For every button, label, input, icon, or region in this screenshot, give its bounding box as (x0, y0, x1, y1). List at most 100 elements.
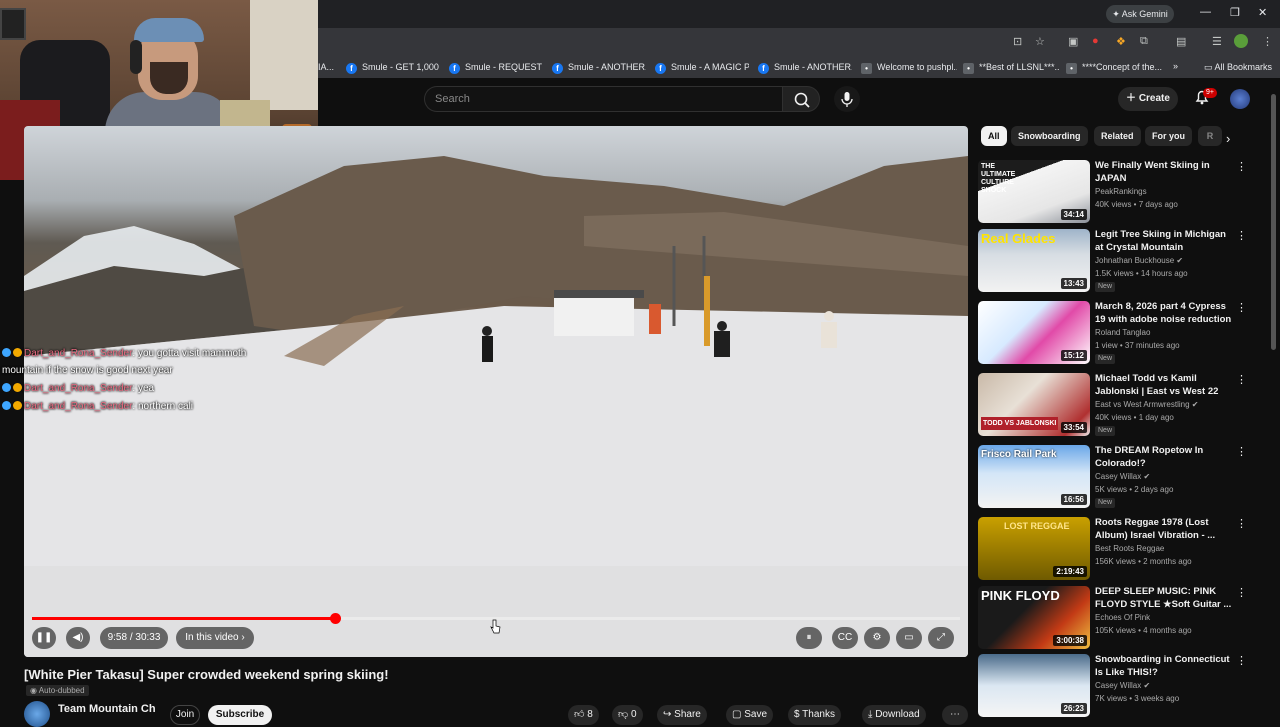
sidepanel-icon[interactable]: ▤ (1176, 35, 1186, 48)
more-options-icon[interactable]: ⋮ (1236, 654, 1247, 667)
restore-icon[interactable]: ❐ (1230, 6, 1240, 19)
recommendation-title[interactable]: Snowboarding in Connecticut Is Like THIS… (1095, 654, 1235, 679)
filter-chip[interactable]: R (1198, 126, 1222, 146)
recommendation-item[interactable]: 15:12 March 8, 2026 part 4 Cypress 19 wit… (978, 301, 1258, 365)
recommendation-item[interactable]: PINK FLOYD 3:00:38 DEEP SLEEP MUSIC: PINK … (978, 586, 1258, 650)
channel-name[interactable]: Team Mountain Ch (58, 703, 156, 715)
bookmark-item[interactable]: f Smule - A MAGIC PI... (655, 60, 749, 74)
close-icon[interactable]: ✕ (1258, 6, 1267, 19)
recommendation-channel[interactable]: Best Roots Reggae (1095, 544, 1164, 553)
more-bookmarks-icon[interactable]: » (1173, 61, 1178, 71)
scrubber-handle[interactable] (329, 613, 341, 624)
video-thumbnail[interactable]: 26:23 (978, 654, 1090, 717)
settings-button[interactable]: ⚙ (864, 627, 890, 649)
more-options-icon[interactable]: ⋮ (1236, 301, 1247, 314)
recommendation-title[interactable]: DEEP SLEEP MUSIC: PINK FLOYD STYLE ★Soft… (1095, 586, 1235, 611)
minimize-icon[interactable]: — (1200, 6, 1211, 18)
join-button[interactable]: Join (170, 705, 200, 725)
chapters-button[interactable]: In this video › (176, 627, 254, 649)
voice-search-button[interactable] (834, 86, 860, 112)
puzzle-icon[interactable]: ⧉ (1140, 35, 1148, 48)
bookmark-item[interactable]: IA... (318, 60, 342, 74)
more-options-icon[interactable]: ⋮ (1236, 586, 1247, 599)
channel-avatar[interactable] (24, 701, 50, 727)
chat-badge-icon (13, 348, 22, 357)
more-actions-button[interactable]: ⋯ (942, 705, 968, 725)
create-button[interactable]: ＋ Create (1118, 87, 1178, 111)
like-button[interactable]: 👍︎ 8 (568, 705, 599, 725)
recommendation-item[interactable]: LOST REGGAE 2:19:43 Roots Reggae 1978 (Los… (978, 517, 1258, 581)
downloads-icon[interactable]: ☰ (1212, 35, 1222, 48)
filter-chip[interactable]: All (981, 126, 1007, 146)
recommendation-title[interactable]: Michael Todd vs Kamil Jablonski | East v… (1095, 373, 1235, 398)
fullscreen-button[interactable]: ⤢ (928, 627, 954, 649)
recommendation-item[interactable]: THE ULTIMATE CULTURE SHOCK 34:14 We Finall… (978, 160, 1258, 224)
video-thumbnail[interactable]: PINK FLOYD 3:00:38 (978, 586, 1090, 649)
bookmark-item[interactable]: • Welcome to pushpl... (861, 60, 957, 74)
recommendation-item[interactable]: 26:23 Snowboarding in Connecticut Is Like… (978, 654, 1258, 717)
subscribe-button[interactable]: Subscribe (208, 705, 272, 725)
chips-next-icon[interactable]: › (1226, 131, 1230, 146)
all-bookmarks[interactable]: ▭ All Bookmarks (1204, 60, 1272, 74)
recommendation-channel[interactable]: Casey Willax (1095, 472, 1141, 481)
share-button[interactable]: ↪ Share (657, 705, 707, 725)
bookmark-item[interactable]: • ****Concept of the... (1066, 60, 1166, 74)
download-button[interactable]: ⤓ Download (862, 705, 926, 725)
page-scrollbar[interactable] (1271, 94, 1276, 350)
extension-icon[interactable]: ▣ (1068, 35, 1078, 48)
video-thumbnail[interactable]: Frisco Rail Park 16:56 (978, 445, 1090, 508)
video-player[interactable] (24, 126, 968, 657)
video-thumbnail[interactable]: THE ULTIMATE CULTURE SHOCK 34:14 (978, 160, 1090, 223)
recommendation-title[interactable]: We Finally Went Skiing in JAPAN (1095, 160, 1235, 185)
bookmark-item[interactable]: f Smule - GET 1,000 S... (346, 60, 440, 74)
account-avatar[interactable] (1230, 89, 1250, 109)
bookmark-item[interactable]: f Smule - REQUEST A... (449, 60, 543, 74)
recommendation-channel[interactable]: Casey Willax (1095, 681, 1141, 690)
video-thumbnail[interactable]: Real Glades 13:43 (978, 229, 1090, 292)
pause-button[interactable]: ❚❚ (32, 627, 56, 649)
extension-yellow-icon[interactable]: ❖ (1116, 35, 1126, 48)
more-options-icon[interactable]: ⋮ (1236, 373, 1247, 386)
search-button[interactable] (782, 86, 820, 112)
more-options-icon[interactable]: ⋮ (1236, 445, 1247, 458)
autoplay-toggle[interactable]: ⏸ (796, 627, 822, 649)
ask-gemini-button[interactable]: ✦ Ask Gemini (1106, 5, 1174, 23)
star-icon[interactable]: ☆ (1035, 35, 1045, 48)
search-input[interactable]: Search (424, 86, 782, 112)
captions-button[interactable]: CC (832, 627, 858, 649)
share-icon: ↪ (663, 709, 675, 720)
dislike-button[interactable]: 👎︎ 0 (612, 705, 643, 725)
recommendation-channel[interactable]: Johnathan Buckhouse (1095, 256, 1174, 265)
recommendation-channel[interactable]: PeakRankings (1095, 187, 1147, 196)
bookmark-item[interactable]: • **Best of LLSNL***... (963, 60, 1059, 74)
video-thumbnail[interactable]: LOST REGGAE 2:19:43 (978, 517, 1090, 580)
recommendation-title[interactable]: Roots Reggae 1978 (Lost Album) Israel Vi… (1095, 517, 1235, 542)
recommendation-title[interactable]: March 8, 2026 part 4 Cypress 19 with ado… (1095, 301, 1235, 326)
install-icon[interactable]: ⊡ (1013, 35, 1022, 48)
profile-avatar[interactable] (1234, 34, 1248, 48)
recommendation-channel[interactable]: Roland Tanglao (1095, 328, 1150, 337)
recommendation-item[interactable]: Frisco Rail Park 16:56 The DREAM Ropetow I… (978, 445, 1258, 509)
recommendation-item[interactable]: Real Glades 13:43 Legit Tree Skiing in Mic… (978, 229, 1258, 293)
filter-chip[interactable]: Related (1094, 126, 1141, 146)
video-thumbnail[interactable]: TODD VS JABLONSKI 33:54 (978, 373, 1090, 436)
recommendation-item[interactable]: TODD VS JABLONSKI 33:54 Michael Todd vs Ka… (978, 373, 1258, 437)
video-thumbnail[interactable]: 15:12 (978, 301, 1090, 364)
bookmark-item[interactable]: f Smule - ANOTHER... (552, 60, 646, 74)
more-options-icon[interactable]: ⋮ (1236, 229, 1247, 242)
thanks-button[interactable]: $ Thanks (788, 705, 841, 725)
save-button[interactable]: ▢ Save (726, 705, 774, 725)
theater-button[interactable]: ▭ (896, 627, 922, 649)
filter-chip[interactable]: For you (1145, 126, 1192, 146)
bookmark-item[interactable]: f Smule - ANOTHER... (758, 60, 852, 74)
mute-button[interactable]: ◀) (66, 627, 90, 649)
menu-dots-icon[interactable]: ⋮ (1262, 35, 1273, 48)
more-options-icon[interactable]: ⋮ (1236, 517, 1247, 530)
more-options-icon[interactable]: ⋮ (1236, 160, 1247, 173)
recommendation-channel[interactable]: Echoes Of Pink (1095, 613, 1150, 622)
filter-chip[interactable]: Snowboarding (1011, 126, 1088, 146)
extension-red-icon[interactable]: ● (1092, 35, 1099, 47)
recommendation-channel[interactable]: East vs West Armwrestling (1095, 400, 1190, 409)
recommendation-title[interactable]: Legit Tree Skiing in Michigan at Crystal… (1095, 229, 1235, 254)
recommendation-title[interactable]: The DREAM Ropetow In Colorado!? (1095, 445, 1235, 470)
